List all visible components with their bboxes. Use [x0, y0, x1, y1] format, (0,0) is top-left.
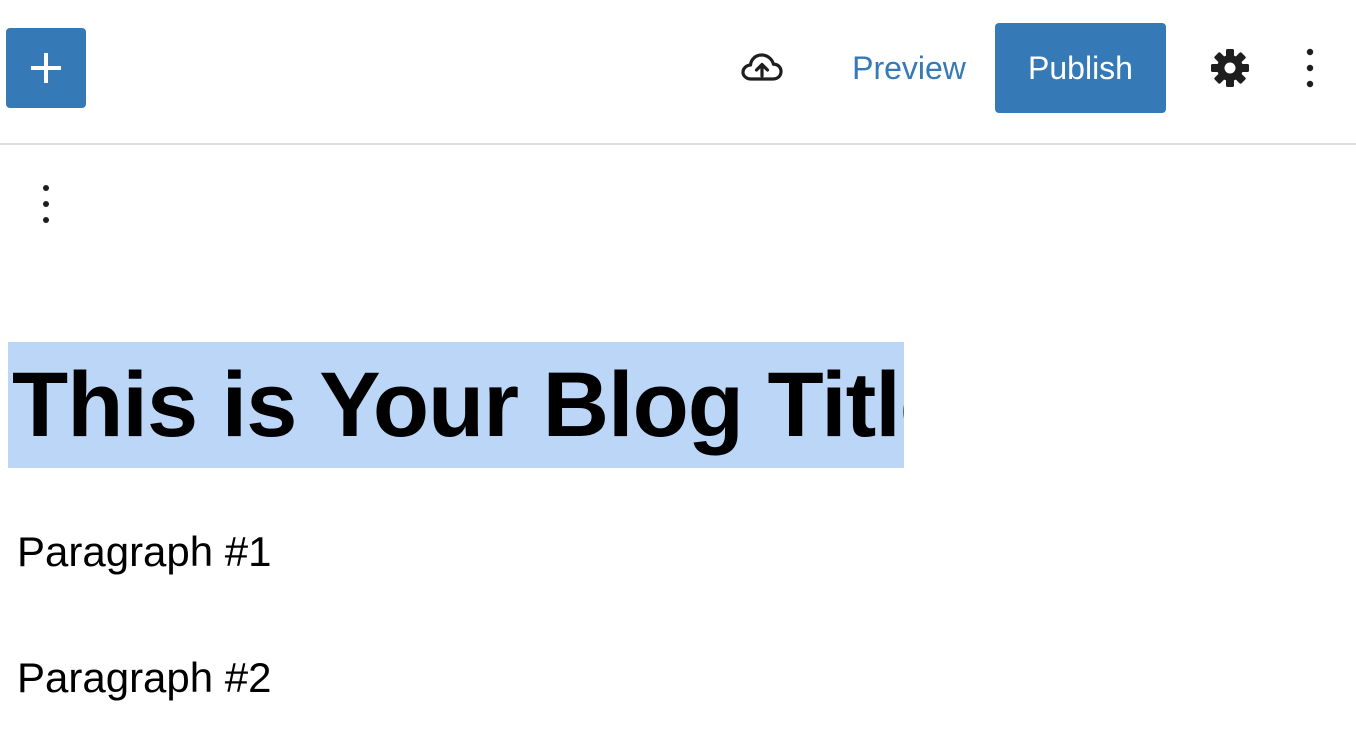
block-options-button[interactable]	[26, 178, 66, 230]
more-options-button[interactable]	[1290, 42, 1330, 94]
vertical-ellipsis-icon	[1306, 48, 1314, 88]
paragraph-block[interactable]: Paragraph #2	[17, 653, 272, 703]
settings-button[interactable]	[1204, 42, 1256, 94]
save-draft-button[interactable]	[736, 44, 788, 92]
vertical-ellipsis-icon	[43, 185, 49, 223]
publish-button[interactable]: Publish	[995, 23, 1166, 113]
publish-label: Publish	[1028, 49, 1133, 86]
paragraph-block[interactable]: Paragraph #1	[17, 527, 272, 577]
plus-icon	[31, 53, 61, 83]
gear-icon	[1211, 49, 1249, 87]
preview-button[interactable]: Preview	[836, 38, 982, 98]
post-title[interactable]: This is Your Blog Title	[8, 342, 904, 468]
add-block-button[interactable]	[6, 28, 86, 108]
cloud-upload-icon	[741, 53, 783, 81]
preview-label: Preview	[852, 49, 966, 86]
editor-top-toolbar: Preview Publish	[0, 0, 1356, 145]
